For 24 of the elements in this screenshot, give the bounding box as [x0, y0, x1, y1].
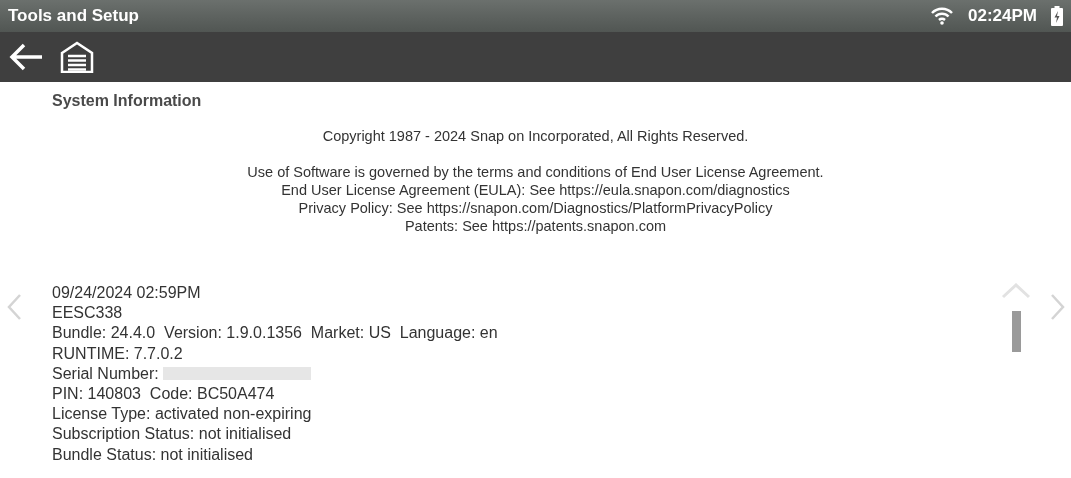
clock: 02:24PM — [968, 5, 1037, 28]
app-title: Tools and Setup — [8, 5, 139, 28]
info-line: Bundle: 24.4.0 Version: 1.9.0.1356 Market: US Language: en — [52, 323, 499, 344]
info-line: EESC338 — [52, 303, 124, 324]
info-line: License Type: activated non-expiring — [52, 404, 313, 425]
info-line: 09/24/2024 02:59PM — [52, 283, 202, 303]
info-line: Subscription Status: not initialised — [52, 424, 293, 445]
garage-home-icon[interactable] — [60, 41, 94, 73]
back-icon[interactable] — [8, 42, 44, 72]
info-line: RUNTIME: 7.7.0.2 — [52, 343, 184, 364]
scrollbar-thumb[interactable] — [1011, 311, 1021, 352]
next-icon[interactable] — [1049, 293, 1067, 321]
legal-text: Privacy Policy: See https://snapon.com/Diagnostics/PlatformPrivacyPolicy — [298, 199, 773, 217]
wifi-icon — [930, 7, 954, 25]
info-line: PIN: 140803 Code: BC50A474 — [52, 384, 276, 404]
copyright-text: Copyright 1987 - 2024 Snap on Incorporated, All Rights Reserved. — [322, 127, 749, 145]
legal-text: Patents: See https://patents.snapon.com — [404, 217, 667, 235]
info-line: Bundle Status: not initialised — [52, 444, 254, 465]
info-line: Serial Number: — [52, 363, 159, 384]
legal-text: End User License Agreement (EULA): See https://eula.snapon.com/diagnostics — [281, 181, 790, 199]
legal-text: Use of Software is governed by the terms and conditions of End User License Agreement. — [247, 163, 824, 181]
page-title: System Information — [52, 92, 202, 109]
previous-icon[interactable] — [5, 293, 23, 321]
battery-charging-icon — [1051, 6, 1063, 26]
